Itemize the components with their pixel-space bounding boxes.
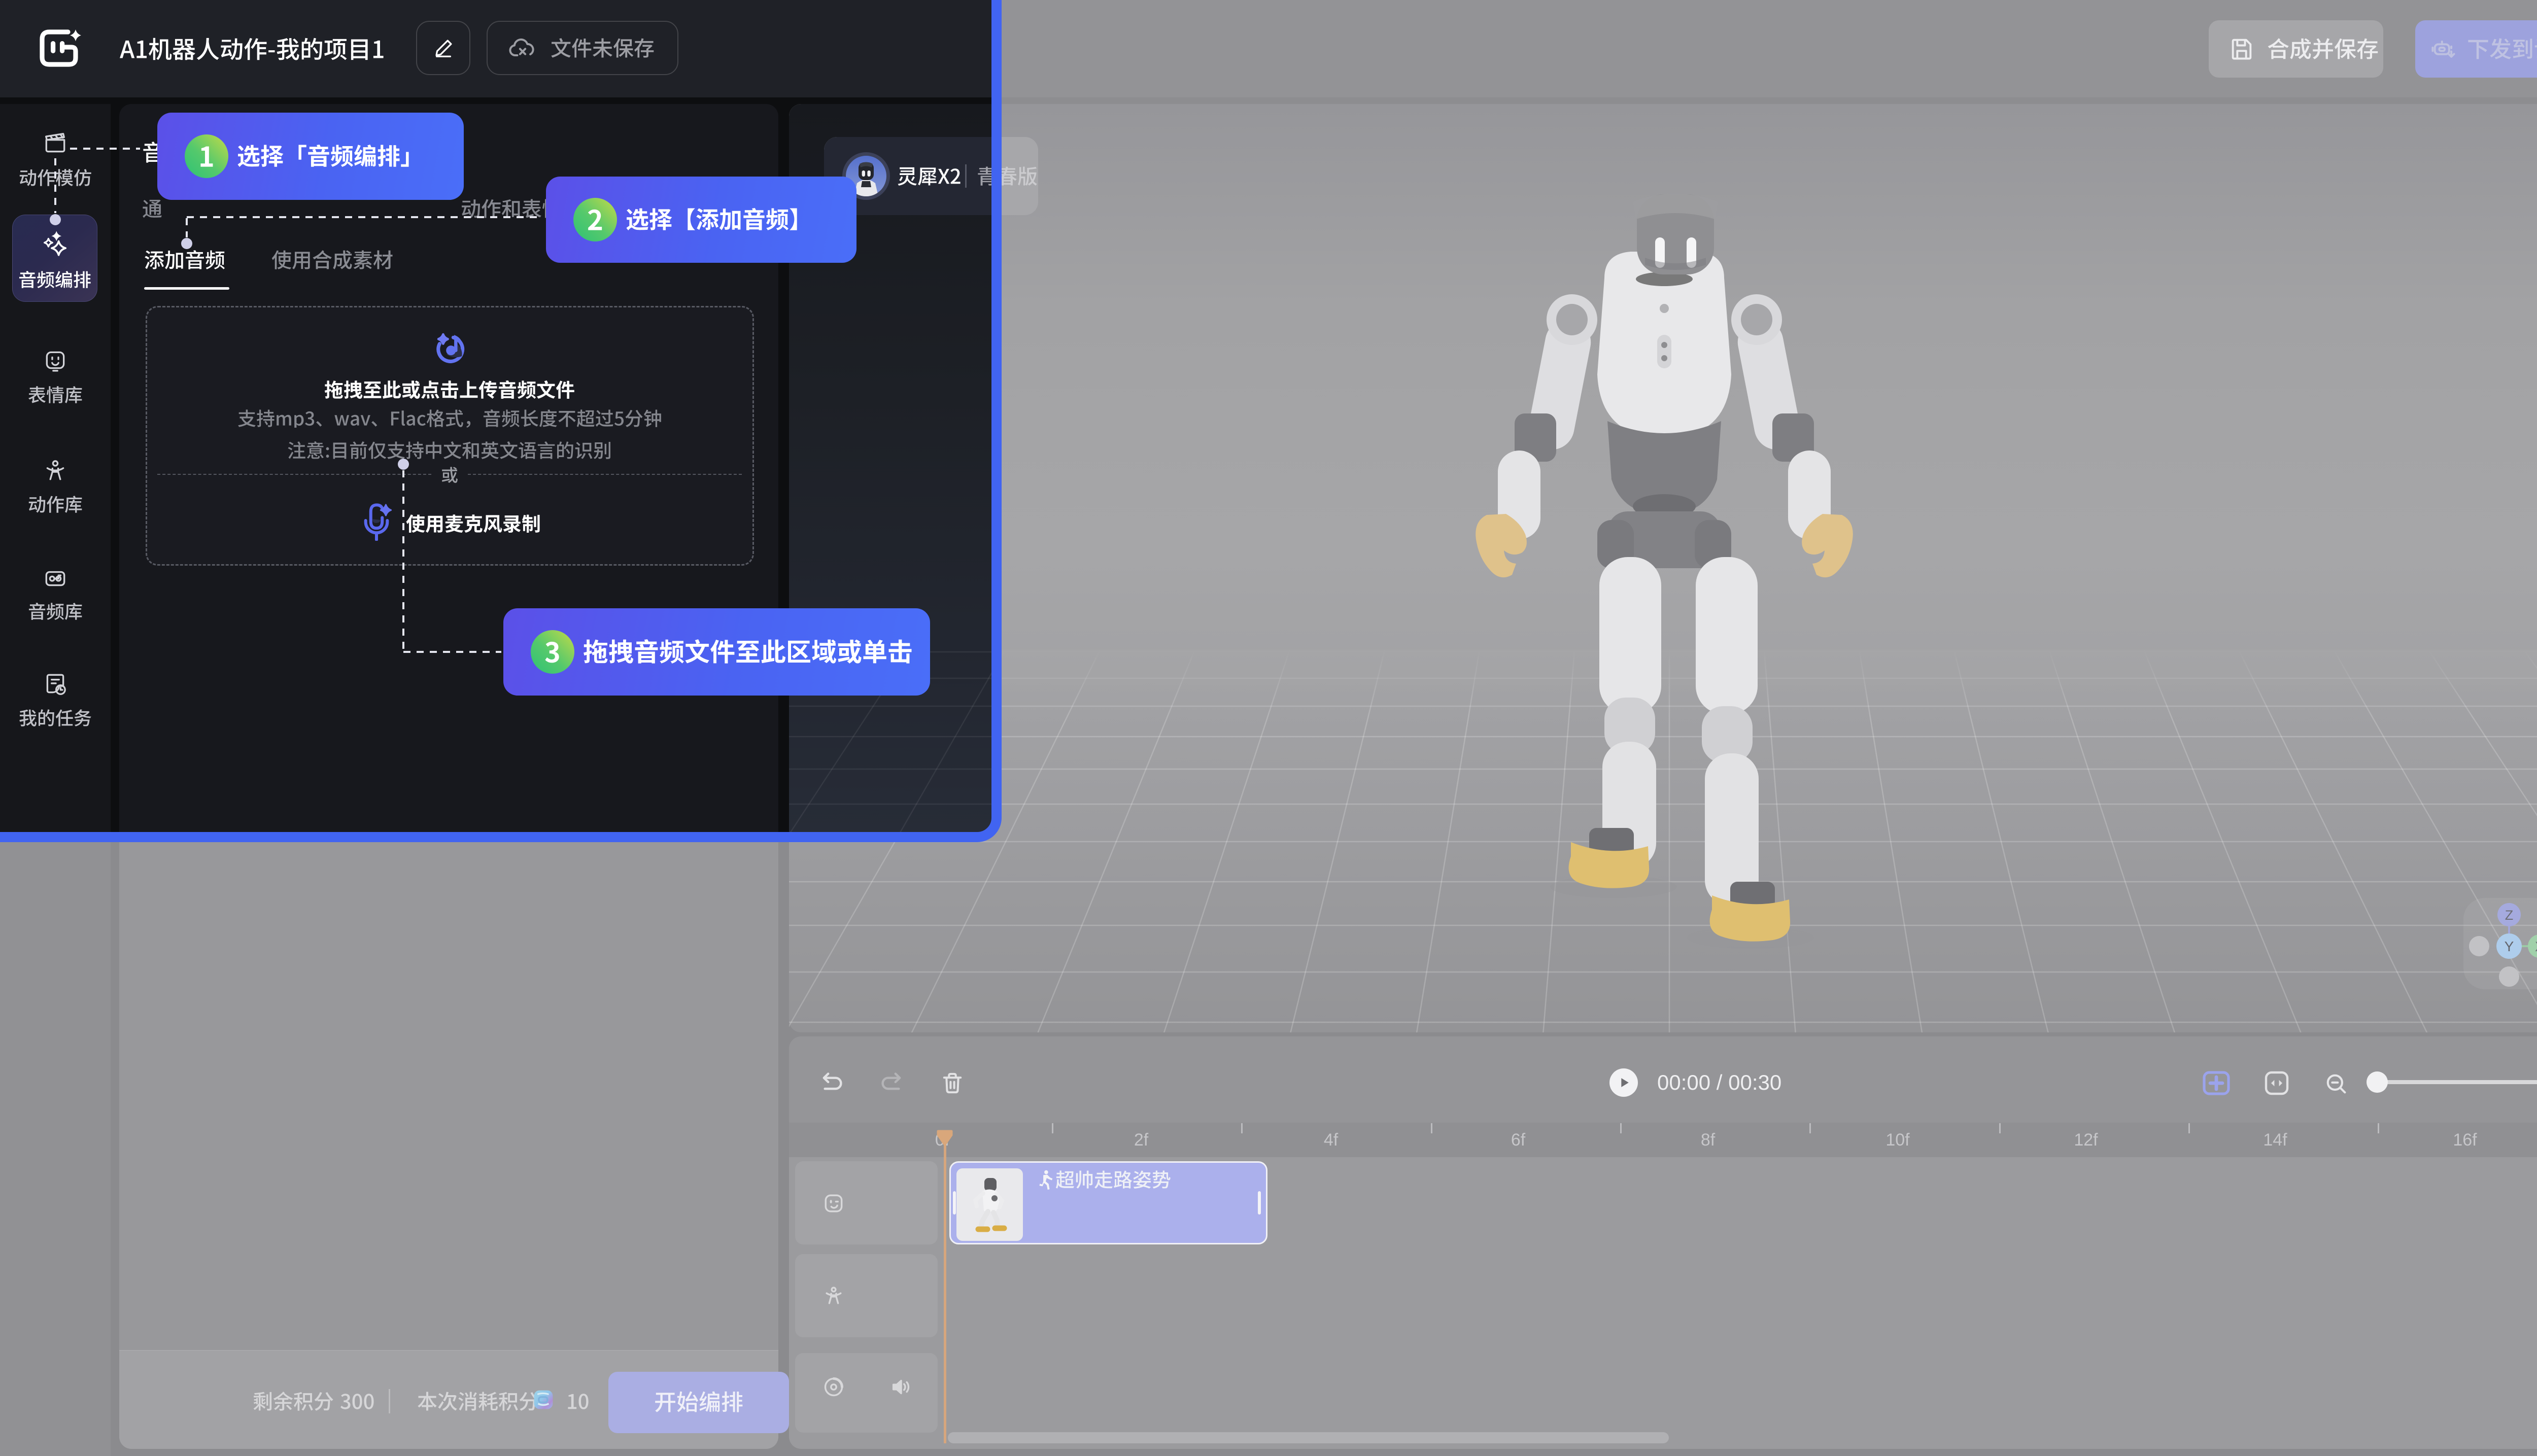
svg-text:X: X	[2535, 939, 2537, 954]
svg-text:Y: Y	[2505, 939, 2514, 954]
svg-text:Z: Z	[2505, 908, 2514, 923]
